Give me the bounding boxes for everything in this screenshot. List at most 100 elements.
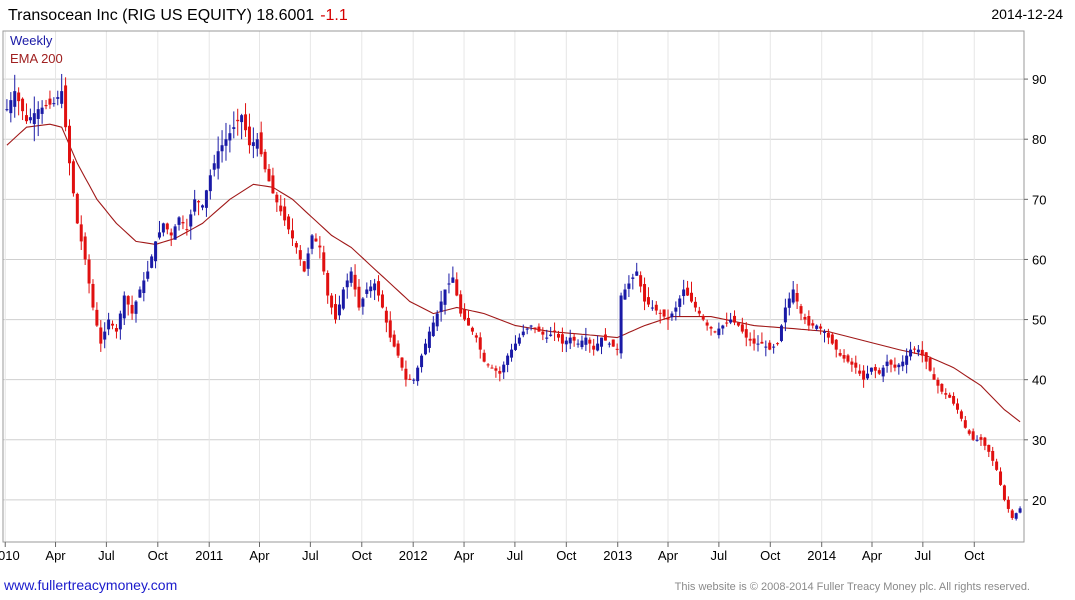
candle-body [580,340,584,348]
candle-body [928,358,932,371]
candle-body [948,394,952,398]
candle-body [615,348,619,350]
candle-body [502,364,506,373]
candle-body [138,289,142,298]
candle-body [13,91,17,107]
candle-body [334,304,338,320]
candle-body [157,232,161,238]
candle-body [287,216,291,230]
candle-body [404,368,408,380]
candle-body [224,139,228,146]
legend-ema: EMA 200 [10,51,63,66]
x-tick-label: Apr [658,548,679,563]
copyright-text: This website is © 2008-2014 Fuller Treac… [675,581,1030,593]
candle-body [173,226,177,240]
candle-body [365,289,369,294]
chart-title: Transocean Inc (RIG US EQUITY) 18.6001 [8,7,314,24]
candle-body [451,277,455,283]
candle-body [740,324,744,332]
candle-body [228,133,232,141]
candle-body [877,370,881,374]
candle-body [373,283,377,291]
candle-body [423,343,427,355]
candle-body [674,307,678,312]
candle-body [322,252,326,272]
candle-body [736,322,740,326]
candle-body [330,295,334,308]
candle-body [83,236,87,260]
x-tick-label: Apr [249,548,270,563]
candle-body [858,370,862,374]
candle-body [646,297,650,305]
x-tick-label: Oct [352,548,373,563]
candle-body [893,364,897,368]
candle-body [427,331,431,348]
y-tick-label: 40 [1032,373,1046,388]
candle-body [733,315,737,323]
x-tick-label: Jul [915,548,932,563]
candle-body [564,340,568,345]
candle-body [232,127,236,129]
candle-body [959,411,963,419]
candle-body [729,319,733,323]
candle-body [455,279,459,296]
candle-body [838,353,842,356]
candle-body [17,92,21,102]
candle-body [267,168,271,182]
y-tick-label: 50 [1032,313,1046,328]
candle-body [52,103,56,105]
candle-body [815,325,819,329]
candle-body [459,294,463,314]
candle-body [408,378,412,380]
candle-body [177,217,181,225]
candle-body [521,331,525,336]
candle-body [545,337,549,339]
candle-body [111,323,115,326]
candle-body [21,98,25,112]
candle-body [678,298,682,307]
candle-body [596,343,600,351]
x-tick-label: Jul [302,548,319,563]
candle-body [494,368,498,371]
candle-body [627,283,631,289]
candle-body [842,355,846,359]
candle-body [944,393,948,395]
website-link[interactable]: www.fullertreacymoney.com [3,577,177,593]
candle-body [572,336,576,341]
candle-body [5,109,9,111]
candle-body [975,439,979,441]
candle-body [607,343,611,345]
candle-body [467,317,471,326]
candle-body [807,316,811,326]
candle-body [357,286,361,308]
candle-body [791,289,795,303]
x-tick-label: Apr [454,548,475,563]
candle-body [513,343,517,350]
candle-body [400,357,404,368]
candle-body [952,395,956,404]
candle-body [510,349,514,358]
candle-body [1002,485,1006,500]
y-tick-label: 80 [1032,132,1046,147]
candle-body [662,309,666,317]
candle-body [71,161,75,194]
candle-body [388,320,392,338]
candle-body [439,301,443,312]
candle-body [866,373,870,379]
candle-body [725,322,729,324]
candle-body [787,298,791,308]
candle-body [553,330,557,332]
candle-body [983,437,987,446]
candle-body [103,331,107,340]
candle-body [294,243,298,248]
candle-body [28,117,32,121]
x-tick-label: Oct [964,548,985,563]
candle-body [353,274,357,290]
candle-body [905,355,909,365]
x-tick-label: 2010 [0,548,20,563]
candle-body [443,289,447,305]
candle-body [1014,513,1018,519]
candle-body [869,367,873,372]
candle-body [310,235,314,249]
candle-body [709,326,713,329]
